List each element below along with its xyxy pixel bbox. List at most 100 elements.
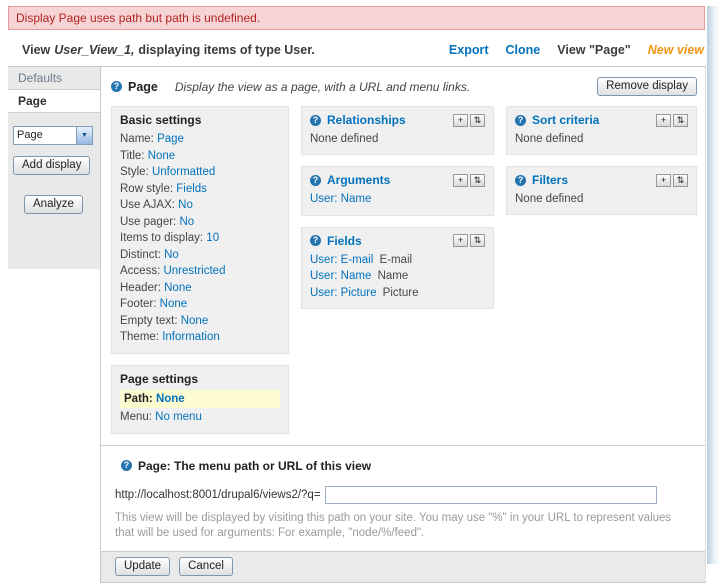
sort-criteria-box: ? Sort criteria + ⇅ None defined <box>506 106 697 155</box>
rearrange-icon[interactable]: ⇅ <box>470 113 485 127</box>
clone-link[interactable]: Clone <box>506 43 541 57</box>
fields-list: User: E-mail E-mail User: Name Name User… <box>310 252 485 302</box>
sort-criteria-header: ? Sort criteria + ⇅ <box>515 111 688 131</box>
view-label: View <box>22 43 51 57</box>
arguments-header: ? Arguments + ⇅ <box>310 171 485 191</box>
setting-label: Theme: <box>120 331 159 343</box>
sort-criteria-title-link[interactable]: Sort criteria <box>532 113 599 127</box>
rearrange-icon[interactable]: ⇅ <box>673 113 688 127</box>
setting-row: Use AJAX: No <box>120 197 280 214</box>
sort-criteria-empty: None defined <box>515 133 584 145</box>
field-admin-label: E-mail <box>379 253 413 266</box>
setting-value-link[interactable]: Information <box>162 331 220 343</box>
new-view-link[interactable]: New view <box>648 43 704 57</box>
rearrange-icon[interactable]: ⇅ <box>470 173 485 187</box>
setting-value-link[interactable]: No <box>179 216 194 228</box>
setting-value-link[interactable]: 10 <box>206 232 219 244</box>
display-type-select[interactable]: Page ▼ <box>13 126 93 145</box>
display-title: Page <box>128 79 158 94</box>
path-input[interactable] <box>324 485 657 504</box>
add-icon[interactable]: + <box>453 113 468 127</box>
setting-value-link[interactable]: Unrestricted <box>163 265 225 277</box>
relationships-box: ? Relationships + ⇅ None defined <box>301 106 494 155</box>
path-form-title: ? Page: The menu path or URL of this vie… <box>115 459 691 473</box>
chevron-down-icon: ▼ <box>76 127 92 144</box>
help-icon[interactable]: ? <box>310 235 321 246</box>
analyze-button[interactable]: Analyze <box>24 195 83 214</box>
view-page-link[interactable]: View "Page" <box>557 43 630 57</box>
display-header: ? Page Display the view as a page, with … <box>101 67 705 104</box>
menu-setting-row: Menu: No menu <box>120 408 280 426</box>
setting-label: Title: <box>120 149 145 162</box>
help-icon[interactable]: ? <box>515 114 526 126</box>
display-description: Display the view as a page, with a URL a… <box>174 79 471 94</box>
setting-value-link[interactable]: No <box>164 249 179 261</box>
add-icon[interactable]: + <box>453 173 468 187</box>
setting-label: Row style: <box>120 182 174 195</box>
add-icon[interactable]: + <box>656 173 671 187</box>
update-button[interactable]: Update <box>115 556 171 576</box>
relationships-actions: + ⇅ <box>453 113 485 127</box>
setting-row: Access: Unrestricted <box>120 263 280 280</box>
arguments-title-link[interactable]: Arguments <box>327 173 390 187</box>
fields-header: ? Fields + ⇅ <box>310 232 485 252</box>
page-settings-title: Page settings <box>120 371 199 386</box>
help-icon[interactable]: ? <box>111 81 122 92</box>
error-message: Display Page uses path but path is undef… <box>8 6 705 30</box>
setting-value-link[interactable]: No <box>178 199 193 211</box>
field-link[interactable]: User: E-mail <box>310 254 373 266</box>
setting-row: Name: Page <box>120 131 280 148</box>
setting-value-link[interactable]: None <box>148 150 176 162</box>
setting-value-link[interactable]: Page <box>157 133 184 145</box>
rearrange-icon[interactable]: ⇅ <box>470 234 485 247</box>
setting-row: Header: None <box>120 280 280 297</box>
relationships-title-link[interactable]: Relationships <box>327 113 406 127</box>
column-middle: ? Relationships + ⇅ None defined ? Argum… <box>301 106 494 320</box>
arguments-box: ? Arguments + ⇅ User: Name <box>301 166 494 216</box>
help-icon[interactable]: ? <box>310 114 321 126</box>
setting-row: Row style: Fields <box>120 181 280 198</box>
help-icon[interactable]: ? <box>515 174 526 186</box>
setting-label: Use AJAX: <box>120 199 175 211</box>
path-setting-row: Path: None <box>120 389 280 408</box>
setting-label: Footer: <box>120 298 157 310</box>
path-value-link[interactable]: None <box>156 393 185 405</box>
setting-value-link[interactable]: None <box>160 298 188 310</box>
tab-page[interactable]: Page <box>8 90 100 113</box>
path-input-row: http://localhost:8001/drupal6/views2/?q= <box>115 485 691 504</box>
help-icon[interactable]: ? <box>310 174 321 186</box>
cancel-button[interactable]: Cancel <box>179 556 233 576</box>
menu-value-link[interactable]: No menu <box>155 411 202 423</box>
view-actions: Export Clone View "Page" New view <box>449 43 704 57</box>
remove-display-button[interactable]: Remove display <box>597 77 697 96</box>
setting-row: Use pager: No <box>120 214 280 231</box>
field-link[interactable]: User: Picture <box>310 287 376 299</box>
setting-label: Header: <box>120 281 161 294</box>
display-panel: ? Page Display the view as a page, with … <box>100 67 706 583</box>
filters-box: ? Filters + ⇅ None defined <box>506 166 697 215</box>
filters-title-link[interactable]: Filters <box>532 173 568 187</box>
tab-defaults[interactable]: Defaults <box>8 67 100 90</box>
export-link[interactable]: Export <box>449 43 489 57</box>
setting-label: Access: <box>120 265 161 277</box>
add-icon[interactable]: + <box>453 234 468 247</box>
view-title-bar: View User_View_1, displaying items of ty… <box>22 43 704 57</box>
setting-row: Style: Unformatted <box>120 164 280 181</box>
setting-value-link[interactable]: None <box>181 315 209 327</box>
fields-actions: + ⇅ <box>453 234 485 247</box>
rearrange-icon[interactable]: ⇅ <box>673 173 688 187</box>
setting-label: Empty text: <box>120 314 178 327</box>
filters-actions: + ⇅ <box>656 173 688 187</box>
add-display-button[interactable]: Add display <box>13 156 91 175</box>
column-basic-settings: Basic settings Name: Page Title: None St… <box>111 106 289 445</box>
fields-title-link[interactable]: Fields <box>327 234 362 248</box>
field-link[interactable]: User: Name <box>310 270 371 282</box>
setting-value-link[interactable]: Fields <box>176 183 207 195</box>
add-icon[interactable]: + <box>656 113 671 127</box>
setting-value-link[interactable]: Unformatted <box>152 166 215 178</box>
setting-value-link[interactable]: None <box>164 282 192 294</box>
path-label: Path: <box>124 392 153 405</box>
help-icon[interactable]: ? <box>121 460 132 471</box>
argument-link[interactable]: User: Name <box>310 193 371 205</box>
relationships-empty: None defined <box>310 133 379 145</box>
